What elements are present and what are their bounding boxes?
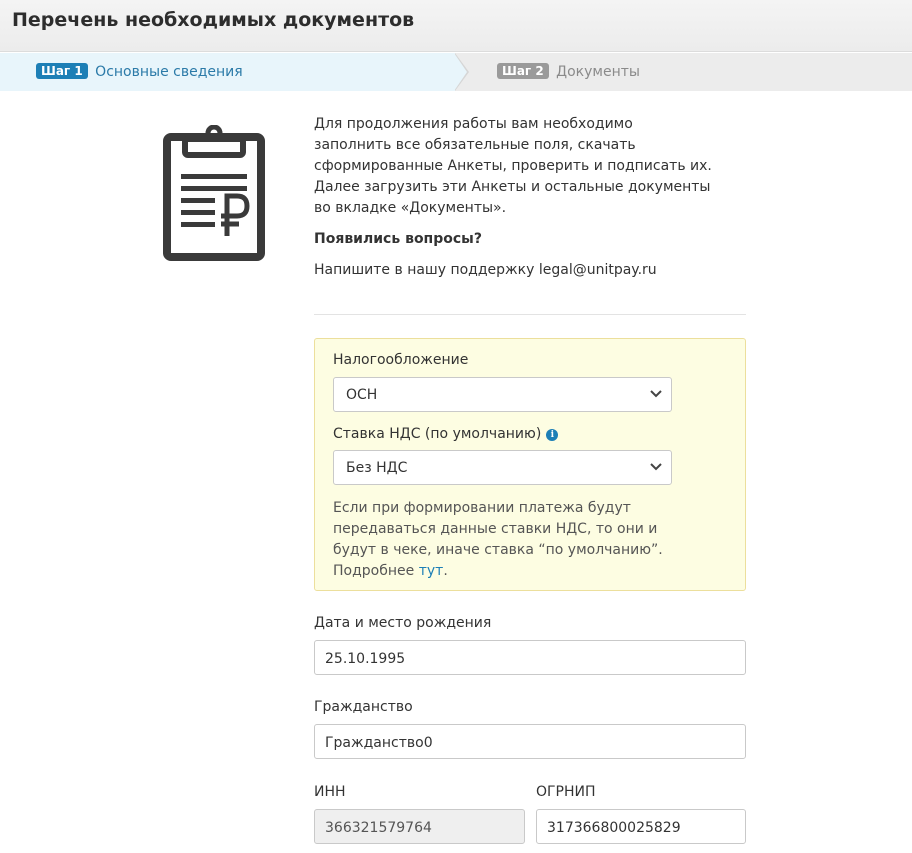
vat-label-row: Ставка НДС (по умолчанию) i — [333, 426, 559, 442]
step-1-badge: Шаг 1 — [36, 63, 88, 79]
taxation-panel: Налогообложение ОСН Ставка НДС (по умолч… — [314, 338, 746, 591]
inn-label: ИНН — [314, 784, 346, 800]
birth-field[interactable]: 25.10.1995 — [314, 640, 746, 675]
support-text: Напишите в нашу поддержку legal@unitpay.… — [314, 262, 657, 278]
vat-note-text: Если при формировании платежа будут пере… — [333, 500, 663, 579]
vat-select[interactable]: Без НДС — [333, 450, 672, 485]
page-title: Перечень необходимых документов — [12, 9, 415, 31]
step-1-tab[interactable]: Шаг 1 Основные сведения — [36, 63, 243, 80]
ogrnip-label: ОГРНИП — [536, 784, 596, 800]
taxation-value: ОСН — [346, 387, 378, 403]
divider — [314, 314, 746, 315]
citizenship-field[interactable]: Гражданство0 — [314, 724, 746, 759]
vat-value: Без НДС — [346, 460, 408, 476]
chevron-down-icon — [650, 390, 662, 398]
taxation-select[interactable]: ОСН — [333, 377, 672, 412]
step-1-label: Основные сведения — [95, 64, 243, 80]
step-2-label: Документы — [556, 64, 640, 80]
taxation-label: Налогообложение — [333, 352, 469, 368]
page-header: Перечень необходимых документов — [0, 0, 912, 52]
ogrnip-field[interactable]: 317366800025829 — [536, 809, 746, 844]
questions-title: Появились вопросы? — [314, 231, 482, 247]
info-icon[interactable]: i — [546, 429, 559, 441]
vat-label: Ставка НДС (по умолчанию) — [333, 426, 542, 442]
clipboard-ruble-icon — [163, 124, 265, 265]
vat-note-link[interactable]: тут — [419, 563, 444, 579]
vat-note: Если при формировании платежа будут пере… — [333, 500, 663, 579]
birth-label: Дата и место рождения — [314, 615, 492, 631]
intro-text: Для продолжения работы вам необходимо за… — [314, 116, 712, 216]
step-2-badge: Шаг 2 — [497, 63, 549, 79]
inn-field: 366321579764 — [314, 809, 525, 844]
wizard-steps: Шаг 1 Основные сведения Шаг 2 Документы — [0, 53, 912, 91]
step-2-tab[interactable]: Шаг 2 Документы — [497, 63, 640, 80]
citizenship-label: Гражданство — [314, 699, 413, 715]
chevron-down-icon — [650, 463, 662, 471]
